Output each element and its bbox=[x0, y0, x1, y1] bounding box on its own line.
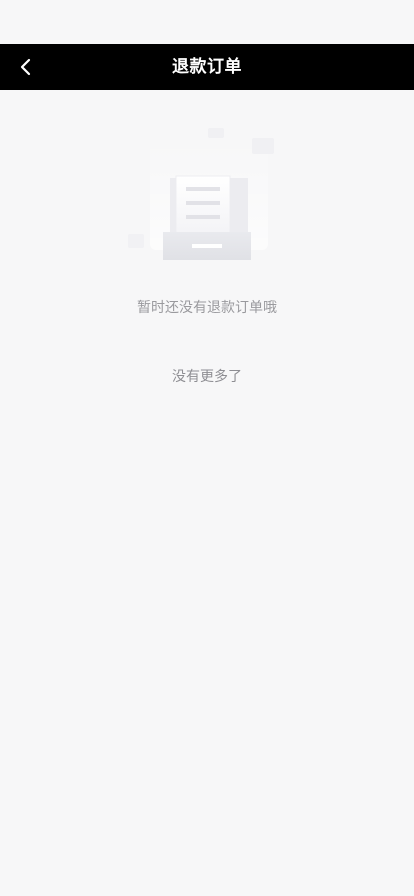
list-end-text: 没有更多了 bbox=[172, 369, 242, 385]
empty-state-message: 暂时还没有退款订单哦 bbox=[137, 300, 277, 316]
page-title: 退款订单 bbox=[172, 57, 242, 77]
status-bar bbox=[0, 0, 414, 44]
empty-document-tray-icon bbox=[128, 128, 274, 260]
navigation-bar: 退款订单 bbox=[0, 44, 414, 90]
